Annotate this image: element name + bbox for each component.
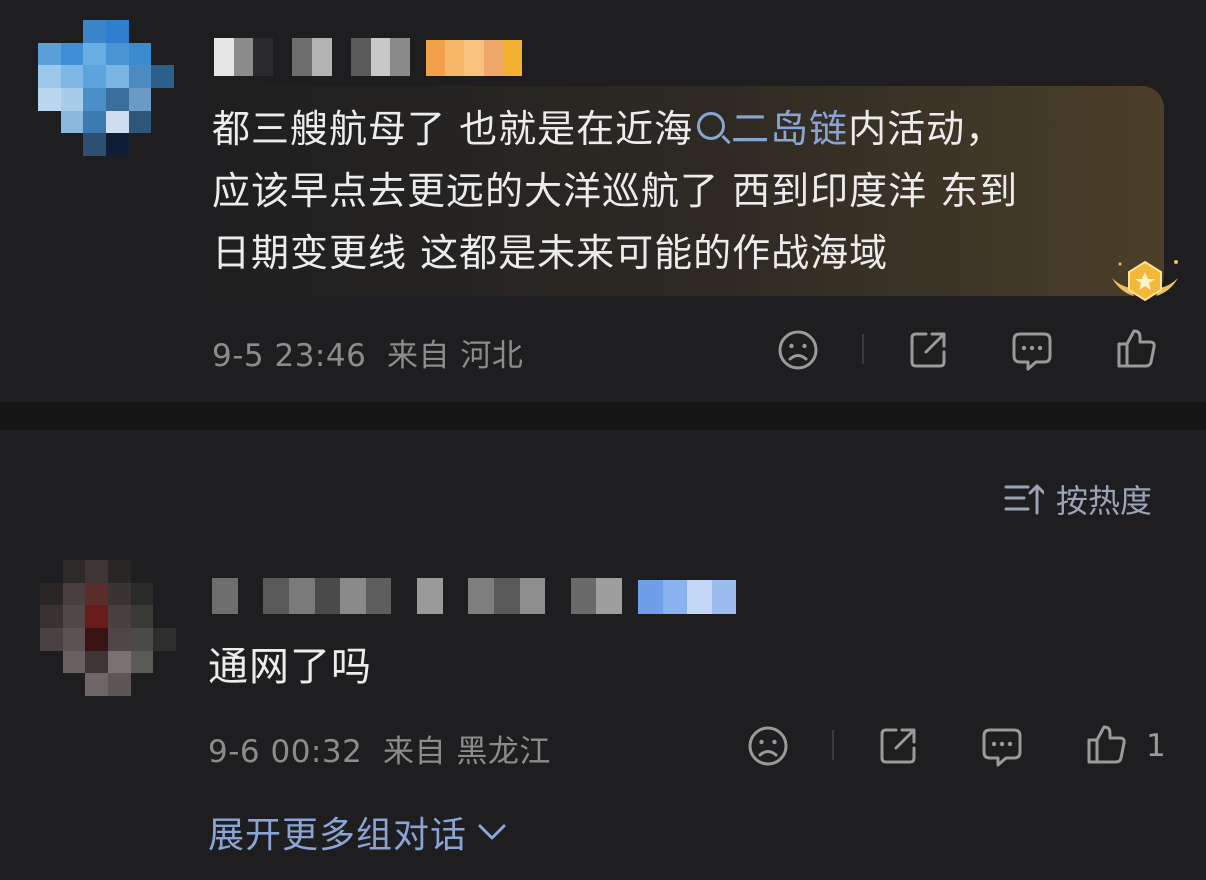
user-badge (426, 40, 522, 76)
topic-link[interactable]: 二岛链 (693, 107, 848, 151)
comment-icon[interactable] (1010, 328, 1054, 372)
share-icon[interactable] (876, 724, 920, 768)
comment-icon[interactable] (980, 724, 1024, 768)
reply-text: 通网了吗 (208, 644, 372, 690)
avatar[interactable] (40, 560, 176, 696)
thumbs-up-icon[interactable] (1114, 326, 1158, 370)
user-badge (638, 580, 736, 614)
comment-location: 来自 河北 (387, 338, 524, 374)
expand-label: 展开更多组对话 (208, 815, 468, 856)
sad-face-icon[interactable] (746, 724, 790, 768)
comment-meta: 9-5 23:46 来自 河北 (212, 330, 523, 375)
comment-meta: 9-6 00:32 来自 黑龙江 (208, 726, 551, 771)
username[interactable] (214, 38, 410, 76)
comment-text-part: 都三艘航母了 也就是在近海 (212, 107, 694, 151)
avatar[interactable] (38, 20, 174, 156)
comment-text-line: 日期变更线 这都是未来可能的作战海域 (212, 231, 889, 275)
divider (862, 334, 864, 364)
sort-icon (1004, 484, 1044, 515)
sort-label: 按热度 (1056, 482, 1153, 520)
comment-time: 9-6 00:32 (208, 734, 363, 770)
comment-card-1: 都三艘航母了 也就是在近海 二岛链内活动， 应该早点去更远的大洋巡航了 西到印度洋… (0, 0, 1206, 402)
topic-link-label: 二岛链 (731, 107, 849, 151)
comment-time: 9-5 23:46 (212, 338, 367, 374)
sort-button[interactable]: 按热度 (1004, 476, 1152, 522)
expand-more-button[interactable]: 展开更多组对话 (208, 806, 507, 858)
share-icon[interactable] (906, 328, 950, 372)
chevron-down-icon (478, 824, 506, 840)
sad-face-icon[interactable] (776, 328, 820, 372)
comment-text: 都三艘航母了 也就是在近海 二岛链内活动， 应该早点去更远的大洋巡航了 西到印度洋… (212, 98, 1152, 284)
comment-location: 来自 黑龙江 (383, 734, 551, 770)
like-count: 1 (1146, 728, 1166, 764)
search-link-icon (697, 112, 726, 140)
comment-text-line: 应该早点去更远的大洋巡航了 西到印度洋 东到 (212, 169, 1019, 213)
comment-text-part: 内活动， (848, 107, 1005, 151)
thumbs-up-icon[interactable] (1084, 722, 1128, 766)
section-divider (0, 402, 1206, 430)
username[interactable] (212, 578, 622, 614)
medal-icon (1060, 252, 1184, 312)
divider (832, 730, 834, 760)
